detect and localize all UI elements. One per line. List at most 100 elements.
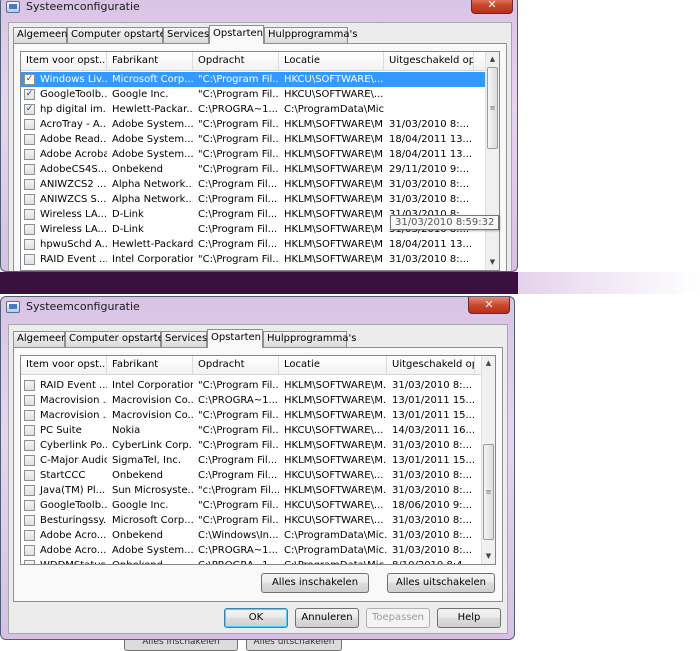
enable-checkbox[interactable] xyxy=(24,194,35,205)
tab-startup[interactable]: Opstarten xyxy=(207,329,263,348)
enable-checkbox[interactable] xyxy=(24,470,35,481)
column-header-item[interactable]: Item voor opst... xyxy=(21,356,107,375)
list-item[interactable]: ANIWZCS2 ... Alpha Network... C:\Program F… xyxy=(21,177,485,192)
list-item[interactable]: ✓ Windows Liv... Microsoft Corp... "C:\Prog… xyxy=(21,72,485,87)
enable-checkbox[interactable] xyxy=(24,500,35,511)
list-item[interactable]: Adobe Acrobat Adobe System... "C:\Program … xyxy=(21,147,485,162)
scroll-down-arrow-icon[interactable]: ▼ xyxy=(482,550,495,563)
tab-tools[interactable]: Hulpprogramma's xyxy=(264,27,358,43)
vertical-scrollbar[interactable]: ▲ ≡ ▼ xyxy=(485,52,499,270)
tab-startup[interactable]: Opstarten xyxy=(209,25,264,44)
help-button[interactable]: Help xyxy=(437,608,501,628)
cell-command: "C:\Program Fil... xyxy=(198,149,279,160)
enable-checkbox[interactable] xyxy=(24,410,35,421)
startup-items-list[interactable]: Item voor opst... Fabrikant Opdracht Loc… xyxy=(20,51,500,271)
enable-checkbox[interactable] xyxy=(24,455,35,466)
list-item[interactable]: ✓ hp digital im... Hewlett-Packar... C:\PRO… xyxy=(21,102,485,117)
startup-items-list[interactable]: Item voor opst... Fabrikant Opdracht Loc… xyxy=(20,355,496,565)
desktop-background-gradient xyxy=(518,272,700,294)
list-item[interactable]: Adobe Acro... Adobe System... C:\PROGRA~1.… xyxy=(21,543,481,558)
cell-manufacturer: Adobe System... xyxy=(112,119,193,130)
enable-checkbox[interactable] xyxy=(24,224,35,235)
ok-button[interactable]: OK xyxy=(224,608,288,628)
cell-disabled-on: 31/03/2010 8:... xyxy=(392,380,473,391)
list-item[interactable]: C-Major Audio SigmaTel, Inc. C:\Program Fi… xyxy=(21,453,481,468)
scroll-up-arrow-icon[interactable]: ▲ xyxy=(486,53,499,66)
list-item[interactable]: StartCCC Onbekend C:\Program Fil... HKCU\SO… xyxy=(21,468,481,483)
list-item[interactable]: Adobe Acro... Onbekend C:\Windows\In... C:\… xyxy=(21,528,481,543)
list-item[interactable]: Besturingssy... Microsoft Corp... "C:\Prog… xyxy=(21,513,481,528)
enable-checkbox[interactable] xyxy=(24,179,35,190)
enable-all-button[interactable]: Alles inschakelen xyxy=(261,573,369,593)
list-item[interactable]: AdobeCS4S... Onbekend "C:\Program Fil... HK… xyxy=(21,162,485,177)
scroll-thumb[interactable]: ≡ xyxy=(487,67,498,149)
column-header-item[interactable]: Item voor opst... xyxy=(21,52,107,71)
disable-all-button[interactable]: Alles uitschakelen xyxy=(387,573,495,593)
tab-general[interactable]: Algemeen xyxy=(13,331,68,347)
apply-button[interactable]: Toepassen xyxy=(366,608,430,628)
cell-disabled-on: 13/01/2011 15... xyxy=(392,455,475,466)
cell-manufacturer: SigmaTel, Inc. xyxy=(112,455,182,466)
list-item[interactable]: Cyberlink Po... CyberLink Corp. "C:\Progra… xyxy=(21,438,481,453)
list-item[interactable]: hpwuSchd A... Hewlett-Packard C:\Program F… xyxy=(21,237,485,252)
column-header-location[interactable]: Locatie xyxy=(279,356,387,375)
list-item[interactable]: ✓ GoogleToolb... Google Inc. "C:\Program Fi… xyxy=(21,87,485,102)
list-item[interactable]: RAID Event ... Intel Corporation "C:\Progr… xyxy=(21,378,481,393)
cell-disabled-on: 18/04/2011 13... xyxy=(389,134,473,145)
scroll-down-arrow-icon[interactable]: ▼ xyxy=(486,256,499,269)
enable-checkbox[interactable] xyxy=(24,209,35,220)
cancel-button[interactable]: Annuleren xyxy=(295,608,359,628)
list-item[interactable]: Java(TM) Pl... Sun Microsyste... "c:\Progr… xyxy=(21,483,481,498)
column-header-command[interactable]: Opdracht xyxy=(193,52,279,71)
tab-services[interactable]: Services xyxy=(161,331,207,347)
enable-checkbox[interactable] xyxy=(24,119,35,130)
enable-checkbox[interactable] xyxy=(24,545,35,556)
tab-boot[interactable]: Computer opstarten xyxy=(65,331,170,347)
cell-location: HKLM\SOFTWARE\M... xyxy=(284,164,384,175)
list-item[interactable]: ANIWZCS S... Alpha Network... C:\Program F… xyxy=(21,192,485,207)
enable-checkbox[interactable] xyxy=(24,254,35,265)
enable-checkbox[interactable] xyxy=(24,560,35,564)
column-header-disabled-on[interactable]: Uitgeschakeld op xyxy=(384,52,474,71)
close-button[interactable]: ✕ xyxy=(468,297,510,314)
enable-checkbox[interactable] xyxy=(24,530,35,541)
column-header-manufacturer[interactable]: Fabrikant xyxy=(107,52,193,71)
enable-checkbox[interactable] xyxy=(24,164,35,175)
enable-checkbox[interactable] xyxy=(24,515,35,526)
column-header-manufacturer[interactable]: Fabrikant xyxy=(107,356,193,375)
enable-checkbox[interactable] xyxy=(24,395,35,406)
list-item[interactable]: Adobe Read... Adobe System... "C:\Program … xyxy=(21,132,485,147)
list-item[interactable]: PC Suite Nokia "C:\Program Fil... HKCU\SOFT… xyxy=(21,423,481,438)
scroll-thumb[interactable]: ≡ xyxy=(483,444,494,540)
column-header-location[interactable]: Locatie xyxy=(279,52,384,71)
cell-location: C:\ProgramData\Mic... xyxy=(284,545,387,556)
list-item[interactable]: GoogleToolb... Google Inc. "C:\Program Fil… xyxy=(21,498,481,513)
list-item[interactable]: WDDMStatus...OnbekendC:\PROGRA~1...C:\Pr… xyxy=(21,558,481,564)
list-item[interactable]: AcroTray - A... Adobe System... "C:\Progra… xyxy=(21,117,485,132)
column-header-command[interactable]: Opdracht xyxy=(193,356,279,375)
enable-checkbox[interactable] xyxy=(24,239,35,250)
cell-location: C:\ProgramData\Mic... xyxy=(279,558,387,564)
enable-checkbox[interactable] xyxy=(24,149,35,160)
cell-command: "C:\Program Fil... xyxy=(198,164,279,175)
enable-checkbox[interactable]: ✓ xyxy=(24,104,35,115)
vertical-scrollbar[interactable]: ▲ ≡ ▼ xyxy=(481,356,495,564)
list-item[interactable]: Macrovision ... Macrovision Co... C:\PROGR… xyxy=(21,393,481,408)
cell-command: C:\Program Fil... xyxy=(198,455,278,466)
tab-boot[interactable]: Computer opstarten xyxy=(67,27,172,43)
enable-checkbox[interactable] xyxy=(24,380,35,391)
enable-checkbox[interactable]: ✓ xyxy=(24,89,35,100)
enable-checkbox[interactable] xyxy=(24,485,35,496)
enable-checkbox[interactable] xyxy=(24,440,35,451)
list-item[interactable]: RAID Event ... Intel Corporation "C:\Progr… xyxy=(21,252,485,267)
close-button[interactable]: ✕ xyxy=(471,0,513,14)
scroll-up-arrow-icon[interactable]: ▲ xyxy=(482,357,495,370)
list-item[interactable]: Macrovision ... Macrovision Co... "C:\Prog… xyxy=(21,408,481,423)
enable-checkbox[interactable] xyxy=(24,425,35,436)
tab-tools[interactable]: Hulpprogramma's xyxy=(263,331,357,347)
column-header-disabled-on[interactable]: Uitgeschakeld op xyxy=(387,356,475,375)
tab-services[interactable]: Services xyxy=(163,27,209,43)
enable-checkbox[interactable]: ✓ xyxy=(24,74,35,85)
enable-checkbox[interactable] xyxy=(24,134,35,145)
tab-general[interactable]: Algemeen xyxy=(13,27,68,43)
